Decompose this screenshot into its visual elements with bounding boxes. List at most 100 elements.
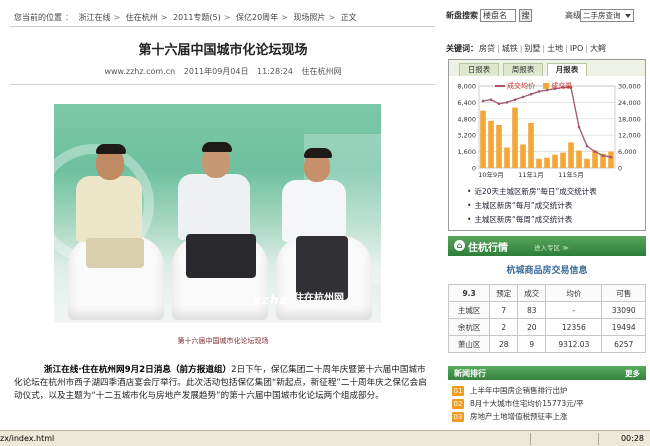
table-cell: 33090 <box>601 301 646 319</box>
table-cell: 7 <box>489 301 519 319</box>
volume-bar <box>520 144 526 168</box>
table-cell: 萧山区 <box>447 335 491 353</box>
publish-time: 11:28:24 <box>257 67 293 76</box>
keyword-link[interactable]: 土地 <box>547 44 563 53</box>
avg-price-point <box>521 95 525 99</box>
divider <box>10 84 435 85</box>
news-headline[interactable]: 房地产土地增值税预征率上涨 <box>470 412 568 421</box>
volume-bar <box>528 122 534 168</box>
y-left-tick-label: 8,000 <box>457 83 476 91</box>
photo-watermark: zzhz 住在杭州网 www.zzhz.com.cn <box>254 293 347 310</box>
table-header-cell: 可售 <box>601 284 646 302</box>
keyword-link[interactable]: 别墅 <box>524 44 540 53</box>
market-header-bar: ⌂ 住杭行情 进入专区 ≫ <box>448 236 646 256</box>
article-meta: www.zzhz.com.cn 2011年09月04日 11:28:24 住在杭… <box>0 66 446 77</box>
keyword-link[interactable]: 房贷 <box>479 44 495 53</box>
keyword-row: 关键词：房贷 | 城铁 | 别墅 | 土地 | IPO | 大鳄 <box>446 44 606 53</box>
report-links: 近20天主城区新房“每日”成交统计表 主城区新房“每月”成交统计表 主城区新房“… <box>467 185 645 227</box>
avg-price-point <box>497 102 501 106</box>
news-item[interactable]: 01 上半年中国房企销售排行出炉 <box>452 385 644 398</box>
browser-status-bar: zx/index.html 00:28 <box>0 430 650 446</box>
keywords-label: 关键词： <box>446 44 478 53</box>
tab-daily[interactable]: 日报表 <box>459 63 499 76</box>
volume-bar <box>552 154 558 168</box>
breadcrumb-link[interactable]: 浙江在线 <box>79 13 111 22</box>
table-row: 余杭区 2 20 12356 19494 <box>447 318 646 336</box>
breadcrumb-link[interactable]: 住在杭州 <box>126 13 158 22</box>
status-divider <box>598 433 599 445</box>
report-link[interactable]: 主城区新房“每月”成交统计表 <box>467 199 645 213</box>
search-type-select[interactable]: 二手房查询 <box>580 9 634 22</box>
breadcrumb-location-label: 您当前的位置 <box>14 13 62 22</box>
avg-price-point <box>481 99 485 103</box>
avg-price-point <box>489 98 493 101</box>
x-tick-label: 11年1月 <box>518 170 543 179</box>
y-right-tick-label: 6,000 <box>618 148 637 156</box>
news-headline[interactable]: 8月十大城市住宅均价15773元/平 <box>470 399 584 408</box>
breadcrumb-link[interactable]: 现场照片 <box>293 13 325 22</box>
avg-price-point <box>593 150 597 153</box>
volume-bar <box>504 147 510 168</box>
table-row: 萧山区 28 9 9312.03 6257 <box>447 335 646 353</box>
legend-avg-price: 成交均价 <box>507 82 535 90</box>
table-cell: 28 <box>489 335 519 353</box>
table-header-cell: 成交 <box>517 284 547 302</box>
volume-bar <box>480 110 486 168</box>
table-cell: 6257 <box>601 335 646 353</box>
table-cell: 2 <box>489 318 519 336</box>
article-body: 浙江在线·住在杭州网9月2日消息（前方报道组）2日下午，保亿集团二十周年庆暨第十… <box>14 364 432 403</box>
table-row: 主城区 7 83 - 33090 <box>447 301 646 319</box>
article-column: 您当前的位置： 浙江在线 > 住在杭州 > 2011专题(5) > 保亿20周年 > 现… <box>0 0 446 430</box>
keyword-link[interactable]: 城铁 <box>502 44 518 53</box>
volume-bar <box>560 152 566 168</box>
legend-volume: 成交量 <box>551 82 573 90</box>
enter-section-link[interactable]: 进入专区 ≫ <box>534 242 569 252</box>
table-cell: 余杭区 <box>447 318 491 336</box>
table-cell: 9312.03 <box>545 335 603 353</box>
volume-bar <box>568 142 574 168</box>
search-input[interactable]: 楼盘名 <box>480 9 516 22</box>
y-left-tick-label: 0 <box>472 165 476 173</box>
news-item[interactable]: 02 8月十大城市住宅均价15773元/平 <box>452 398 644 411</box>
y-left-tick-label: 4,800 <box>457 115 476 123</box>
watermark-url: www.zzhz.com.cn <box>294 303 348 310</box>
news-more-link[interactable]: 更多 <box>625 368 640 379</box>
report-link[interactable]: 近20天主城区新房“每日”成交统计表 <box>467 185 645 199</box>
table-header-cell: 9.3 <box>447 284 491 302</box>
avg-price-line <box>482 86 612 158</box>
publish-date: 2011年09月04日 <box>183 67 249 76</box>
volume-bar <box>576 150 582 168</box>
news-rank: 02 <box>452 399 464 409</box>
volume-bar <box>608 151 614 168</box>
market-bar-title: 住杭行情 <box>468 243 508 254</box>
breadcrumb-current: 正文 <box>340 13 357 22</box>
report-link[interactable]: 主城区新房“每周”成交统计表 <box>467 213 645 227</box>
search-button[interactable]: 搜 <box>519 9 532 22</box>
avg-price-point <box>513 98 517 101</box>
divider <box>10 26 435 27</box>
source-url[interactable]: www.zzhz.com.cn <box>104 67 175 76</box>
news-headline[interactable]: 上半年中国房企销售排行出炉 <box>470 386 568 395</box>
news-header-bar: 新闻排行 更多 <box>448 366 646 380</box>
volume-bar <box>512 107 518 168</box>
news-item[interactable]: 03 房地产土地增值税预征率上涨 <box>452 411 644 424</box>
y-left-tick-label: 6,400 <box>457 99 476 107</box>
y-right-tick-label: 30,000 <box>618 83 641 91</box>
keyword-link[interactable]: 大鳄 <box>590 44 606 53</box>
table-cell: 20 <box>517 318 547 336</box>
table-cell: 主城区 <box>447 301 491 319</box>
breadcrumb-link[interactable]: 2011专题(5) <box>173 13 221 22</box>
y-left-tick-label: 3,200 <box>457 132 476 140</box>
y-right-tick-label: 12,000 <box>618 132 641 140</box>
tab-monthly[interactable]: 月报表 <box>547 63 587 76</box>
keyword-link[interactable]: IPO <box>570 44 583 53</box>
watermark-logo: zzhz <box>254 293 288 307</box>
search-label: 新盘搜索 <box>446 11 478 20</box>
avg-price-point <box>505 101 509 104</box>
breadcrumb-link[interactable]: 保亿20周年 <box>236 13 278 22</box>
y-left-tick-label: 1,600 <box>457 148 476 156</box>
watermark-name: 住在杭州网 <box>294 293 344 304</box>
article-photo: zzhz 住在杭州网 www.zzhz.com.cn <box>54 104 381 323</box>
advanced-search-link[interactable]: 高级 <box>565 10 581 21</box>
tab-weekly[interactable]: 周报表 <box>503 63 543 76</box>
